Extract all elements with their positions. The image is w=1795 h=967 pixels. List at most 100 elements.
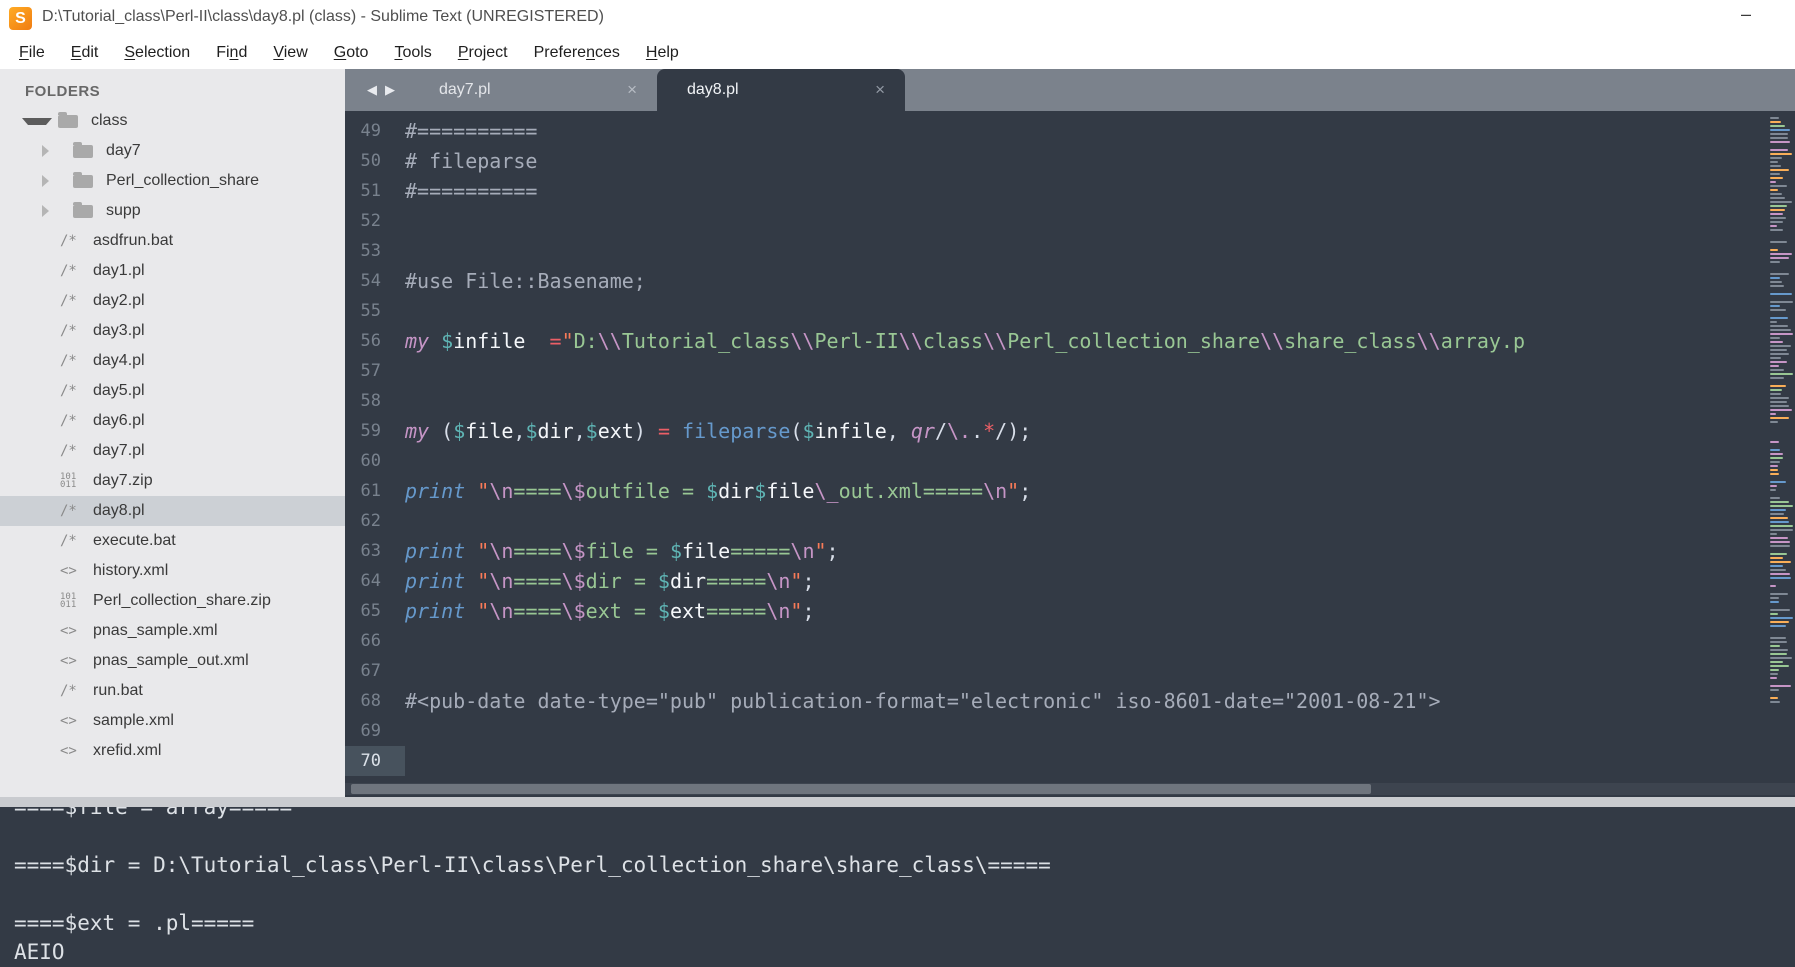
menu-selection[interactable]: Selection: [111, 44, 203, 62]
tab-nav-forward-icon[interactable]: ▶: [385, 82, 395, 98]
menu-help[interactable]: Help: [633, 44, 692, 62]
sidebar-item-perl-collection-share[interactable]: Perl_collection_share: [0, 166, 345, 196]
sidebar-item-run-bat[interactable]: /* run.bat: [0, 676, 345, 706]
code-line-50[interactable]: 50 # fileparse: [345, 146, 1765, 176]
code-line-61[interactable]: 61 print "\n====\$outfile = $dir$file\_ou…: [345, 476, 1765, 506]
script-file-icon: /*: [60, 353, 77, 369]
code-text: #<pub-date date-type="pub" publication-f…: [405, 689, 1441, 713]
code-line-63[interactable]: 63 print "\n====\$file = $file=====\n";: [345, 536, 1765, 566]
chevron-right-icon[interactable]: [42, 175, 67, 187]
line-number: 51: [360, 181, 381, 201]
code-line-52[interactable]: 52: [345, 206, 1765, 236]
menu-find[interactable]: Find: [203, 44, 260, 62]
script-file-icon: /*: [60, 503, 77, 519]
code-line-59[interactable]: 59 my ($file,$dir,$ext) = fileparse($infi…: [345, 416, 1765, 446]
script-file-icon: /*: [60, 323, 77, 339]
menu-edit[interactable]: Edit: [58, 44, 112, 62]
sidebar-item-execute-bat[interactable]: /* execute.bat: [0, 526, 345, 556]
sidebar-item-day8-pl[interactable]: /* day8.pl: [0, 496, 345, 526]
line-number: 66: [360, 631, 381, 651]
code-line-54[interactable]: 54 #use File::Basename;: [345, 266, 1765, 296]
menu-tools[interactable]: Tools: [381, 44, 444, 62]
line-number: 52: [360, 211, 381, 231]
sidebar-item-day7-pl[interactable]: /* day7.pl: [0, 436, 345, 466]
script-file-icon: /*: [60, 533, 77, 549]
sidebar-item-label: day1.pl: [93, 262, 145, 279]
code-text: print "\n====\$dir = $dir=====\n";: [405, 569, 815, 593]
sidebar-item-xrefid-xml[interactable]: <> xrefid.xml: [0, 736, 345, 766]
sidebar-item-label: pnas_sample.xml: [93, 622, 218, 639]
sidebar-item-day7-zip[interactable]: 101 011 day7.zip: [0, 466, 345, 496]
code-line-66[interactable]: 66: [345, 626, 1765, 656]
sidebar-item-day4-pl[interactable]: /* day4.pl: [0, 346, 345, 376]
minimap[interactable]: [1767, 113, 1795, 785]
script-file-icon: /*: [60, 233, 77, 249]
sidebar-item-day7[interactable]: day7: [0, 136, 345, 166]
code-line-67[interactable]: 67: [345, 656, 1765, 686]
tab-nav-back-icon[interactable]: ◀: [367, 82, 377, 98]
chevron-right-icon[interactable]: [42, 205, 67, 217]
code-line-70[interactable]: 70: [345, 746, 1765, 776]
code-line-62[interactable]: 62: [345, 506, 1765, 536]
code-line-55[interactable]: 55: [345, 296, 1765, 326]
sidebar-item-label: day7.zip: [93, 472, 153, 489]
chevron-down-icon[interactable]: [22, 117, 52, 125]
minimize-button[interactable]: –: [1741, 4, 1751, 25]
sidebar-item-label: Perl_collection_share: [106, 172, 259, 189]
code-line-69[interactable]: 69: [345, 716, 1765, 746]
line-number: 60: [360, 451, 381, 471]
sidebar-item-history-xml[interactable]: <> history.xml: [0, 556, 345, 586]
line-number: 67: [360, 661, 381, 681]
sidebar-item-day2-pl[interactable]: /* day2.pl: [0, 286, 345, 316]
sidebar-item-pnas-sample-out-xml[interactable]: <> pnas_sample_out.xml: [0, 646, 345, 676]
tab-day8-pl[interactable]: day8.pl ×: [657, 69, 905, 111]
line-number: 68: [360, 691, 381, 711]
code-line-65[interactable]: 65 print "\n====\$ext = $ext=====\n";: [345, 596, 1765, 626]
sidebar-item-day6-pl[interactable]: /* day6.pl: [0, 406, 345, 436]
script-file-icon: /*: [60, 443, 77, 459]
sidebar-item-class[interactable]: class: [0, 106, 345, 136]
menu-view[interactable]: View: [260, 44, 320, 62]
code-line-68[interactable]: 68 #<pub-date date-type="pub" publication…: [345, 686, 1765, 716]
code-line-49[interactable]: 49 #==========: [345, 116, 1765, 146]
sidebar-item-day3-pl[interactable]: /* day3.pl: [0, 316, 345, 346]
line-number: 58: [360, 391, 381, 411]
code-line-56[interactable]: 56 my $infile ="D:\\Tutorial_class\\Perl-…: [345, 326, 1765, 356]
code-line-58[interactable]: 58: [345, 386, 1765, 416]
menu-goto[interactable]: Goto: [321, 44, 382, 62]
tab-day7-pl[interactable]: day7.pl ×: [409, 69, 657, 111]
horizontal-scrollbar: [345, 783, 1795, 795]
script-file-icon: /*: [60, 293, 77, 309]
code-line-60[interactable]: 60: [345, 446, 1765, 476]
output-line: AEIO: [14, 940, 65, 964]
code-line-64[interactable]: 64 print "\n====\$dir = $dir=====\n";: [345, 566, 1765, 596]
tab-close-icon[interactable]: ×: [621, 80, 643, 100]
tab-close-icon[interactable]: ×: [869, 80, 891, 100]
sidebar-item-label: Perl_collection_share.zip: [93, 592, 271, 609]
menu-preferences[interactable]: Preferences: [521, 44, 633, 62]
output-line: ====$ext = .pl=====: [14, 911, 255, 935]
folder-icon: [73, 171, 99, 188]
sidebar-item-pnas-sample-xml[interactable]: <> pnas_sample.xml: [0, 616, 345, 646]
sidebar-item-day1-pl[interactable]: /* day1.pl: [0, 256, 345, 286]
sidebar-item-label: day7: [106, 142, 141, 159]
sidebar-item-sample-xml[interactable]: <> sample.xml: [0, 706, 345, 736]
folder-icon: [73, 201, 99, 218]
zip-file-icon: 101 011: [60, 592, 77, 610]
sidebar-item-label: execute.bat: [93, 532, 176, 549]
sidebar-item-day5-pl[interactable]: /* day5.pl: [0, 376, 345, 406]
sidebar-item-label: day8.pl: [93, 502, 145, 519]
code-line-57[interactable]: 57: [345, 356, 1765, 386]
output-panel[interactable]: ====$file = array===== ====$dir = D:\Tuto…: [0, 807, 1795, 967]
sidebar-item-asdfrun-bat[interactable]: /* asdfrun.bat: [0, 226, 345, 256]
line-number: 61: [360, 481, 381, 501]
menu-file[interactable]: File: [6, 44, 58, 62]
menu-project[interactable]: Project: [445, 44, 521, 62]
sidebar-item-perl-collection-share-zip[interactable]: 101 011 Perl_collection_share.zip: [0, 586, 345, 616]
chevron-right-icon[interactable]: [42, 145, 67, 157]
code-line-53[interactable]: 53: [345, 236, 1765, 266]
sidebar-item-supp[interactable]: supp: [0, 196, 345, 226]
code-line-51[interactable]: 51 #==========: [345, 176, 1765, 206]
code-editor[interactable]: 49 #========== 50 # fileparse 51 #========== 5…: [345, 111, 1795, 797]
horizontal-scrollbar-thumb[interactable]: [351, 784, 1371, 794]
